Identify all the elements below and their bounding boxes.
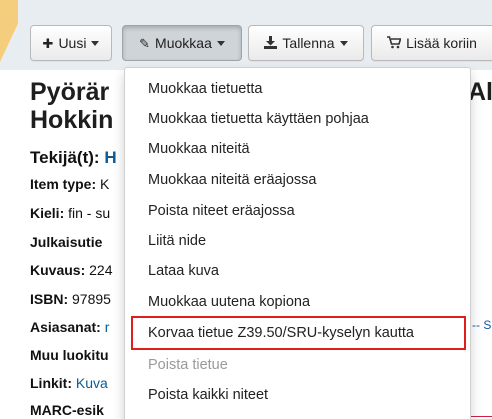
field-label: Linkit: (30, 375, 72, 391)
save-button[interactable]: Tallenna (248, 25, 364, 61)
pencil-icon: ✎ (139, 35, 151, 51)
field-label: Muu luokitu (30, 347, 109, 363)
subject-link-fragment[interactable]: -- S (472, 318, 491, 332)
field-value-link[interactable]: Kuva (76, 375, 108, 391)
field-value: 97895 (72, 291, 111, 307)
add-to-cart-button[interactable]: Lisää koriin (371, 25, 492, 61)
menu-item-replace-via-z3950[interactable]: Korvaa tietue Z39.50/SRU-kyselyn kautta (125, 318, 470, 348)
field-label: MARC-esik (30, 402, 104, 418)
field-label: Kieli: (30, 205, 65, 221)
author-label: Tekijä(t): (30, 148, 100, 167)
cart-icon (387, 35, 402, 51)
field-publication: Julkaisutie (30, 234, 102, 250)
chevron-down-icon (339, 40, 348, 46)
menu-item-edit-items[interactable]: Muokkaa niteitä (125, 134, 470, 164)
menu-item-edit-record-with-template[interactable]: Muokkaa tietuetta käyttäen pohjaa (125, 104, 470, 134)
new-button-label: Uusi (58, 35, 87, 51)
edit-button[interactable]: ✎ Muokkaa (122, 25, 242, 61)
chevron-down-icon (91, 40, 100, 46)
field-description: Kuvaus: 224 (30, 262, 112, 278)
chevron-down-icon (216, 40, 225, 46)
edit-button-label: Muokkaa (155, 35, 212, 51)
field-marc: MARC-esik (30, 402, 104, 418)
field-item-type: Item type: K (30, 176, 109, 192)
record-title-line1: Pyörär (30, 78, 110, 106)
edit-dropdown-menu: Muokkaa tietuetta Muokkaa tietuetta käyt… (124, 67, 471, 419)
field-value: fin - su (68, 205, 111, 221)
record-title-line2: Hokkin (30, 106, 114, 134)
field-other-classification: Muu luokitu (30, 347, 109, 363)
menu-item-batch-delete-items[interactable]: Poista niteet eräajossa (125, 196, 470, 226)
field-value-link[interactable]: r (105, 319, 110, 335)
add-to-cart-label: Lisää koriin (406, 35, 477, 51)
save-button-label: Tallenna (282, 35, 335, 51)
field-label: Asiasanat: (30, 319, 101, 335)
field-links: Linkit: Kuva (30, 375, 108, 391)
menu-item-delete-all-items[interactable]: Poista kaikki niteet (125, 380, 470, 410)
field-label: ISBN: (30, 291, 69, 307)
menu-item-upload-image[interactable]: Lataa kuva (125, 256, 470, 286)
author-line: Tekijä(t): H (30, 148, 117, 168)
menu-item-edit-record[interactable]: Muokkaa tietuetta (125, 74, 470, 104)
record-title-fragment: Al (468, 78, 492, 106)
menu-item-batch-edit-items[interactable]: Muokkaa niteitä eräajossa (125, 165, 470, 195)
record-title: Pyörär Hokkin (30, 78, 113, 134)
field-label: Item type: (30, 176, 97, 192)
field-language: Kieli: fin - su (30, 205, 110, 221)
field-label: Julkaisutie (30, 234, 103, 250)
menu-item-delete-record: Poista tietue (148, 357, 228, 373)
field-value: K (100, 176, 110, 192)
field-value: 224 (89, 262, 113, 278)
field-label: Kuvaus: (30, 262, 86, 278)
author-link[interactable]: H (104, 148, 116, 167)
menu-item-edit-as-new[interactable]: Muokkaa uutena kopiona (125, 287, 470, 317)
field-isbn: ISBN: 97895 (30, 291, 111, 307)
menu-item-attach-item[interactable]: Liitä nide (125, 226, 470, 256)
new-button[interactable]: ✚ Uusi (30, 25, 112, 61)
field-subjects: Asiasanat: r (30, 319, 109, 335)
download-icon (264, 35, 278, 51)
plus-icon: ✚ (42, 35, 54, 51)
